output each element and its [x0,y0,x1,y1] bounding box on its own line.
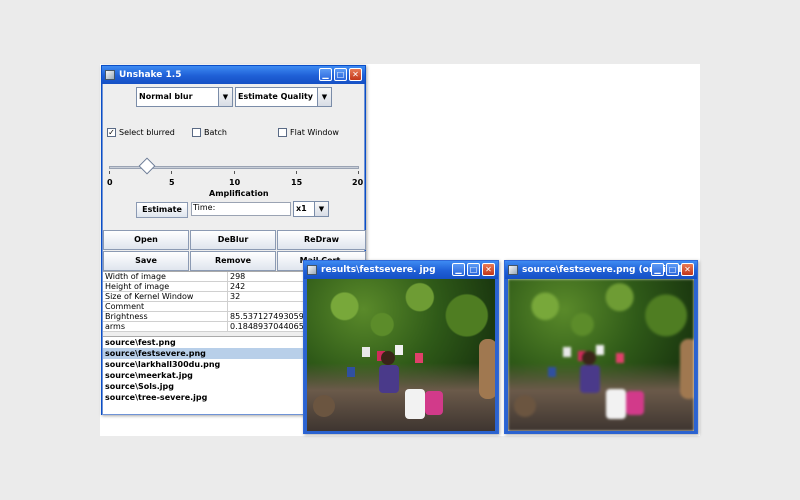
original-image-window: source\festsevere.png (original) ▁ □ ✕ [504,260,698,434]
chevron-down-icon[interactable]: ▼ [317,88,331,106]
result-titlebar[interactable]: results\festsevere. jpg ▁ □ ✕ [304,261,498,279]
minimize-icon[interactable]: ▁ [651,263,664,276]
maximize-icon[interactable]: □ [467,263,480,276]
chevron-down-icon[interactable]: ▼ [314,202,328,216]
chevron-down-icon[interactable]: ▼ [218,88,232,106]
checkmark-icon[interactable]: ✓ [107,128,116,137]
quality-value: Estimate Quality [238,92,313,101]
property-key: Width of image [103,272,228,281]
amplification-label: Amplification [209,189,269,198]
select-blurred-label: Select blurred [119,128,175,137]
original-image-frame [505,279,697,434]
time-label: Time: [193,203,216,212]
blur-type-select[interactable]: Normal blur ▼ [136,87,233,107]
flat-window-box[interactable] [278,128,287,137]
multiplier-select[interactable]: x1 ▼ [293,201,329,217]
java-app-icon [105,70,115,80]
slider-tick [234,171,235,174]
main-window-title: Unshake 1.5 [119,70,182,80]
maximize-icon[interactable]: □ [666,263,679,276]
property-key: Size of Kernel Window [103,292,228,301]
tick-label: 0 [107,178,113,187]
quality-select[interactable]: Estimate Quality ▼ [235,87,332,107]
tick-label: 10 [229,178,241,187]
blur-type-value: Normal blur [139,92,193,101]
close-icon[interactable]: ✕ [681,263,694,276]
maximize-icon[interactable]: □ [334,68,347,81]
close-icon[interactable]: ✕ [482,263,495,276]
deblur-button[interactable]: DeBlur [190,230,276,250]
result-image-window: results\festsevere. jpg ▁ □ ✕ [303,260,499,434]
redraw-button[interactable]: ReDraw [277,230,366,250]
batch-box[interactable] [192,128,201,137]
tick-label: 5 [169,178,175,187]
property-key: Height of image [103,282,228,291]
property-key: Comment [103,302,228,311]
java-app-icon [307,265,317,275]
select-blurred-checkbox[interactable]: ✓ Select blurred [107,128,175,137]
property-key: Brightness [103,312,228,321]
original-festival-image [508,279,694,431]
open-button[interactable]: Open [103,230,189,250]
result-window-title: results\festsevere. jpg [321,265,436,275]
slider-tick [109,171,110,174]
tick-label: 15 [291,178,303,187]
tick-label: 20 [352,178,364,187]
remove-button[interactable]: Remove [190,251,276,271]
result-image-frame [304,279,498,434]
property-key: arms [103,322,228,331]
minimize-icon[interactable]: ▁ [319,68,332,81]
batch-label: Batch [204,128,227,137]
flat-window-checkbox[interactable]: Flat Window [278,128,339,137]
slider-thumb[interactable] [138,157,156,175]
multiplier-value: x1 [296,204,307,213]
slider-tick [171,171,172,174]
slider-tick [296,171,297,174]
save-button[interactable]: Save [103,251,189,271]
deblurred-festival-image [307,279,495,431]
close-icon[interactable]: ✕ [349,68,362,81]
original-titlebar[interactable]: source\festsevere.png (original) ▁ □ ✕ [505,261,697,279]
flat-window-label: Flat Window [290,128,339,137]
batch-checkbox[interactable]: Batch [192,128,227,137]
estimate-button[interactable]: Estimate [136,202,188,218]
java-app-icon [508,265,518,275]
minimize-icon[interactable]: ▁ [452,263,465,276]
main-titlebar[interactable]: Unshake 1.5 ▁ □ ✕ [102,66,365,84]
slider-tick [358,171,359,174]
